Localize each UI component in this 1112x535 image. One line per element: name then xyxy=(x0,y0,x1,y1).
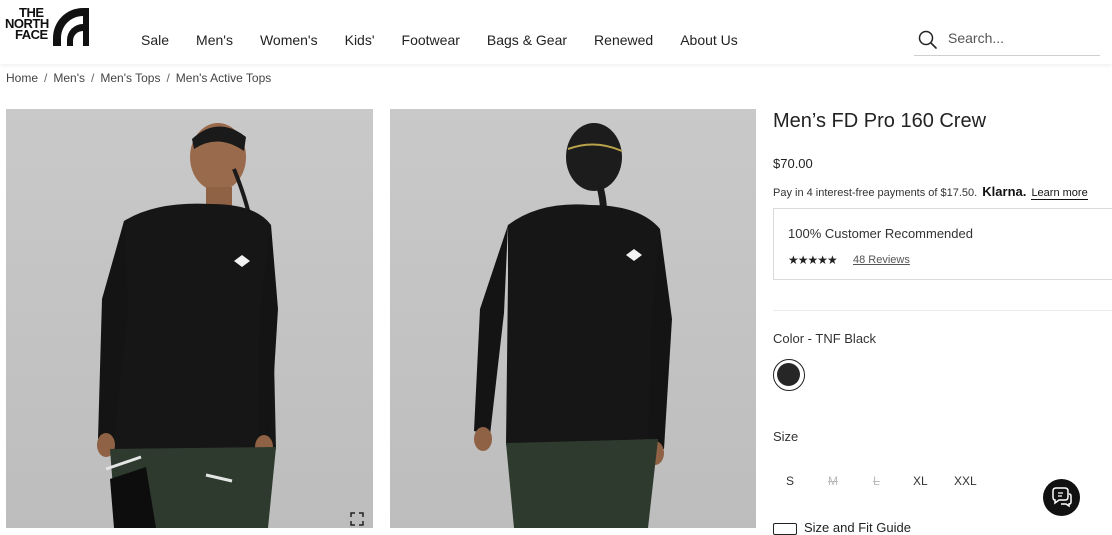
size-option-xl[interactable]: XL xyxy=(913,474,928,488)
klarna-text: Pay in 4 interest-free payments of $17.5… xyxy=(773,187,978,199)
search-input[interactable] xyxy=(948,30,1088,46)
swatch-fill xyxy=(777,363,800,386)
klarna-brand: Klarna. xyxy=(982,184,1027,199)
chat-icon[interactable] xyxy=(1050,486,1073,509)
nav-renewed[interactable]: Renewed xyxy=(594,32,653,48)
nav-womens[interactable]: Women's xyxy=(260,32,318,48)
size-option-s[interactable]: S xyxy=(786,474,794,488)
klarna-learn-more-link[interactable]: Learn more xyxy=(1031,187,1088,200)
half-dome-icon xyxy=(53,8,89,46)
klarna-promo: Pay in 4 interest-free payments of $17.5… xyxy=(773,184,1088,200)
product-title: Men’s FD Pro 160 Crew xyxy=(773,110,987,132)
expand-icon[interactable] xyxy=(350,512,364,526)
fit-guide-link[interactable]: Size and Fit Guide xyxy=(804,520,911,535)
ruler-icon[interactable] xyxy=(773,523,797,535)
product-image-back[interactable] xyxy=(390,109,756,528)
breadcrumb-mens-active-tops[interactable]: Men's Active Tops xyxy=(176,71,271,85)
main-nav: Sale Men's Women's Kids' Footwear Bags &… xyxy=(141,32,765,48)
nav-sale[interactable]: Sale xyxy=(141,32,169,48)
product-image-front[interactable] xyxy=(6,109,373,528)
breadcrumb: Home / Men's / Men's Tops / Men's Active Tops xyxy=(6,71,272,85)
color-label: Color - TNF Black xyxy=(773,331,877,346)
logo-text-3: FACE xyxy=(15,27,48,42)
site-header: THE NORTH FACE Sale Men's Women's Kids' … xyxy=(0,0,1112,64)
section-divider xyxy=(773,310,1112,311)
search-bar[interactable] xyxy=(914,26,1100,56)
search-icon[interactable] xyxy=(918,30,938,50)
breadcrumb-home[interactable]: Home xyxy=(6,71,38,85)
breadcrumb-mens[interactable]: Men's xyxy=(53,71,85,85)
north-face-logo[interactable]: THE NORTH FACE xyxy=(5,6,89,46)
recommendation-box: 100% Customer Recommended ★★★★★ 48 Revie… xyxy=(773,208,1112,280)
size-option-l[interactable]: L xyxy=(873,474,880,488)
color-swatch-tnf-black[interactable] xyxy=(773,359,805,391)
size-label: Size xyxy=(773,429,799,444)
size-option-m[interactable]: M xyxy=(828,474,838,488)
nav-footwear[interactable]: Footwear xyxy=(402,32,460,48)
model-back-illustration xyxy=(474,123,672,528)
chat-button[interactable] xyxy=(1043,479,1080,516)
product-price: $70.00 xyxy=(773,156,813,171)
reviews-link[interactable]: 48 Reviews xyxy=(853,254,910,266)
nav-mens[interactable]: Men's xyxy=(196,32,233,48)
breadcrumb-mens-tops[interactable]: Men's Tops xyxy=(100,71,160,85)
nav-kids[interactable]: Kids' xyxy=(345,32,375,48)
nav-about-us[interactable]: About Us xyxy=(680,32,738,48)
model-front-illustration xyxy=(97,123,278,528)
nav-bags-gear[interactable]: Bags & Gear xyxy=(487,32,567,48)
size-option-xxl[interactable]: XXL xyxy=(954,474,977,488)
recommendation-text: 100% Customer Recommended xyxy=(788,226,973,241)
rating-stars: ★★★★★ xyxy=(788,253,838,267)
